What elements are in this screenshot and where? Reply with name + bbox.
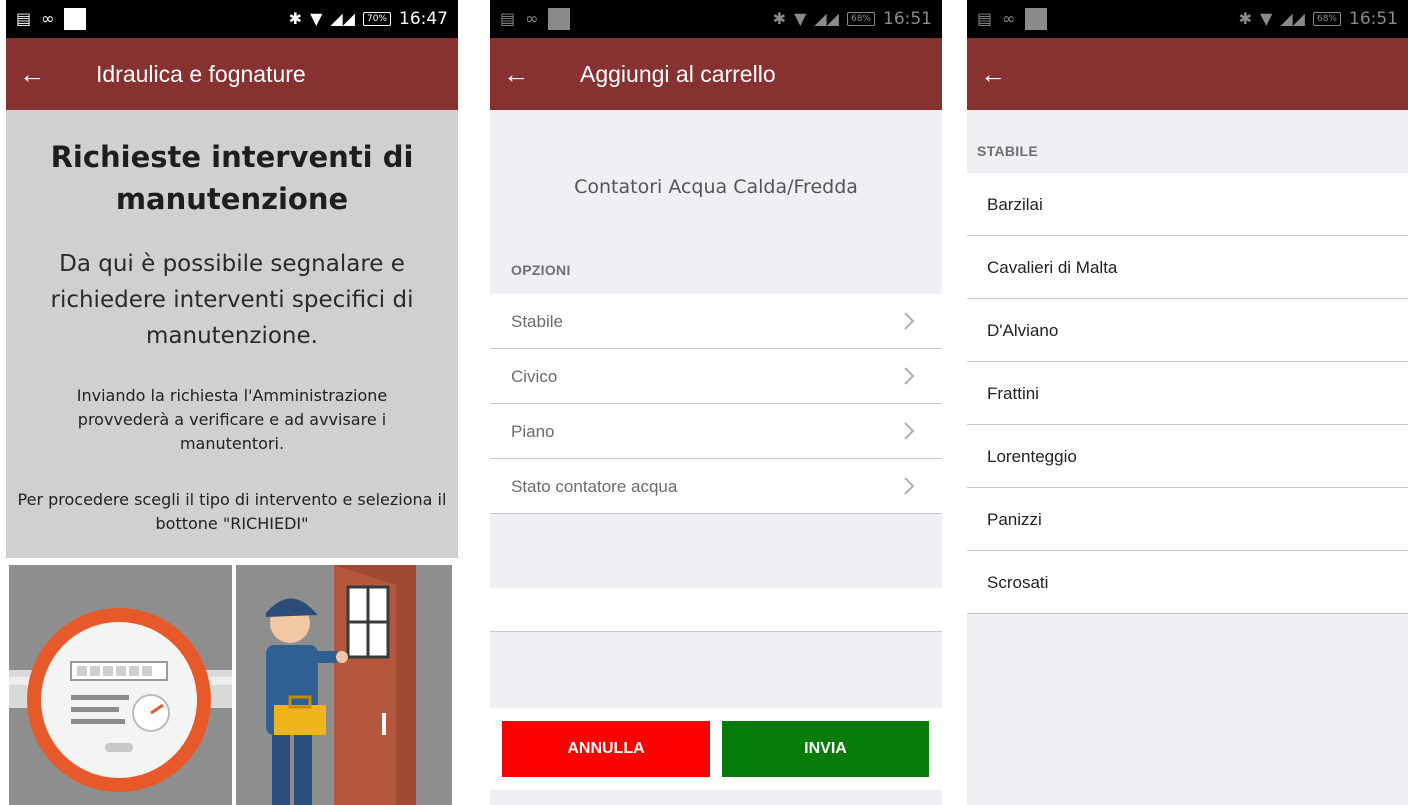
building-list: Barzilai Cavalieri di Malta D'Alviano Fr… [967, 173, 1408, 614]
product-name: Contatori Acqua Calda/Fredda [574, 176, 858, 198]
back-arrow-icon[interactable]: ← [490, 61, 542, 87]
voicemail-icon: ∞ [1002, 9, 1016, 28]
signal-icon: ◢◢ [814, 9, 839, 28]
screen-building-select: ▤ ∞ ✱ ▼ ◢◢ 68% 16:51 ← STABILE Barzilai … [967, 0, 1408, 805]
notification-icon [548, 8, 571, 30]
intro-heading: Richieste interventi di manutenzione [50, 140, 414, 216]
chevron-right-icon [904, 477, 915, 495]
intervention-tile[interactable] [236, 565, 452, 805]
wifi-icon: ▼ [1260, 9, 1273, 28]
send-button[interactable]: INVIA [722, 721, 929, 777]
technician-door-icon [236, 565, 452, 805]
wifi-icon: ▼ [794, 9, 807, 28]
section-header: STABILE [977, 143, 1038, 159]
notification-icon [1025, 8, 1048, 30]
bluetooth-icon: ✱ [288, 9, 303, 28]
list-item[interactable]: D'Alviano [967, 299, 1408, 362]
screen-add-to-cart: ▤ ∞ ✱ ▼ ◢◢ 68% 16:51 ← Aggiungi al carre… [490, 0, 942, 805]
status-bar: ▤ ∞ ✱ ▼ ◢◢ 68% 16:51 [967, 0, 1408, 38]
list-item[interactable]: Lorenteggio [967, 425, 1408, 488]
action-bar: ANNULLA INVIA [490, 708, 942, 790]
intro-panel: Richieste interventi di manutenzione Da … [6, 110, 458, 558]
category-tiles [6, 565, 458, 805]
battery-icon: 70% [362, 12, 391, 26]
app-bar: ← Idraulica e fognature [6, 38, 458, 110]
options-header: OPZIONI [511, 262, 571, 278]
intro-instruction: Per procedere scegli il tipo di interven… [17, 490, 447, 533]
status-time: 16:47 [399, 9, 448, 29]
notification-icon [64, 8, 87, 30]
option-stabile[interactable]: Stabile [490, 294, 942, 349]
list-item[interactable]: Frattini [967, 362, 1408, 425]
calendar-icon: ▤ [16, 9, 32, 28]
list-item[interactable]: Scrosati [967, 551, 1408, 614]
list-item[interactable]: Panizzi [967, 488, 1408, 551]
options-list: Stabile Civico Piano Stato contatore acq… [490, 294, 942, 514]
option-label: Stato contatore acqua [511, 476, 678, 496]
chevron-right-icon [904, 422, 915, 440]
signal-icon: ◢◢ [1280, 9, 1305, 28]
list-item[interactable]: Barzilai [967, 173, 1408, 236]
back-arrow-icon[interactable]: ← [6, 61, 58, 87]
water-meter-tile[interactable] [9, 565, 232, 805]
back-arrow-icon[interactable]: ← [967, 61, 1019, 87]
status-bar: ▤ ∞ ✱ ▼ ◢◢ 70% 16:47 [6, 0, 458, 38]
option-stato-contatore[interactable]: Stato contatore acqua [490, 459, 942, 514]
screen-info: ▤ ∞ ✱ ▼ ◢◢ 70% 16:47 ← Idraulica e fogna… [6, 0, 458, 805]
status-time: 16:51 [1349, 9, 1398, 29]
option-label: Piano [511, 421, 555, 441]
page-title: Idraulica e fognature [96, 60, 306, 87]
wifi-icon: ▼ [310, 9, 323, 28]
option-label: Civico [511, 366, 558, 386]
option-civico[interactable]: Civico [490, 349, 942, 404]
status-time: 16:51 [883, 9, 932, 29]
chevron-right-icon [904, 312, 915, 330]
chevron-right-icon [904, 367, 915, 385]
signal-icon: ◢◢ [330, 9, 355, 28]
bluetooth-icon: ✱ [1238, 9, 1253, 28]
calendar-icon: ▤ [500, 9, 516, 28]
option-label: Stabile [511, 311, 563, 331]
intro-paragraph: Inviando la richiesta l'Amministrazione … [76, 386, 388, 453]
notes-field[interactable] [490, 588, 942, 632]
option-piano[interactable]: Piano [490, 404, 942, 459]
battery-icon: 68% [1312, 12, 1341, 26]
page-title: Aggiungi al carrello [580, 60, 776, 87]
calendar-icon: ▤ [977, 9, 993, 28]
app-bar: ← Aggiungi al carrello [490, 38, 942, 110]
voicemail-icon: ∞ [525, 9, 539, 28]
cancel-button[interactable]: ANNULLA [502, 721, 710, 777]
battery-icon: 68% [846, 12, 875, 26]
voicemail-icon: ∞ [41, 9, 55, 28]
status-bar: ▤ ∞ ✱ ▼ ◢◢ 68% 16:51 [490, 0, 942, 38]
intro-lead: Da qui è possibile segnalare e richieder… [50, 251, 414, 349]
water-meter-icon [9, 565, 232, 805]
bluetooth-icon: ✱ [772, 9, 787, 28]
app-bar: ← [967, 38, 1408, 110]
list-item[interactable]: Cavalieri di Malta [967, 236, 1408, 299]
